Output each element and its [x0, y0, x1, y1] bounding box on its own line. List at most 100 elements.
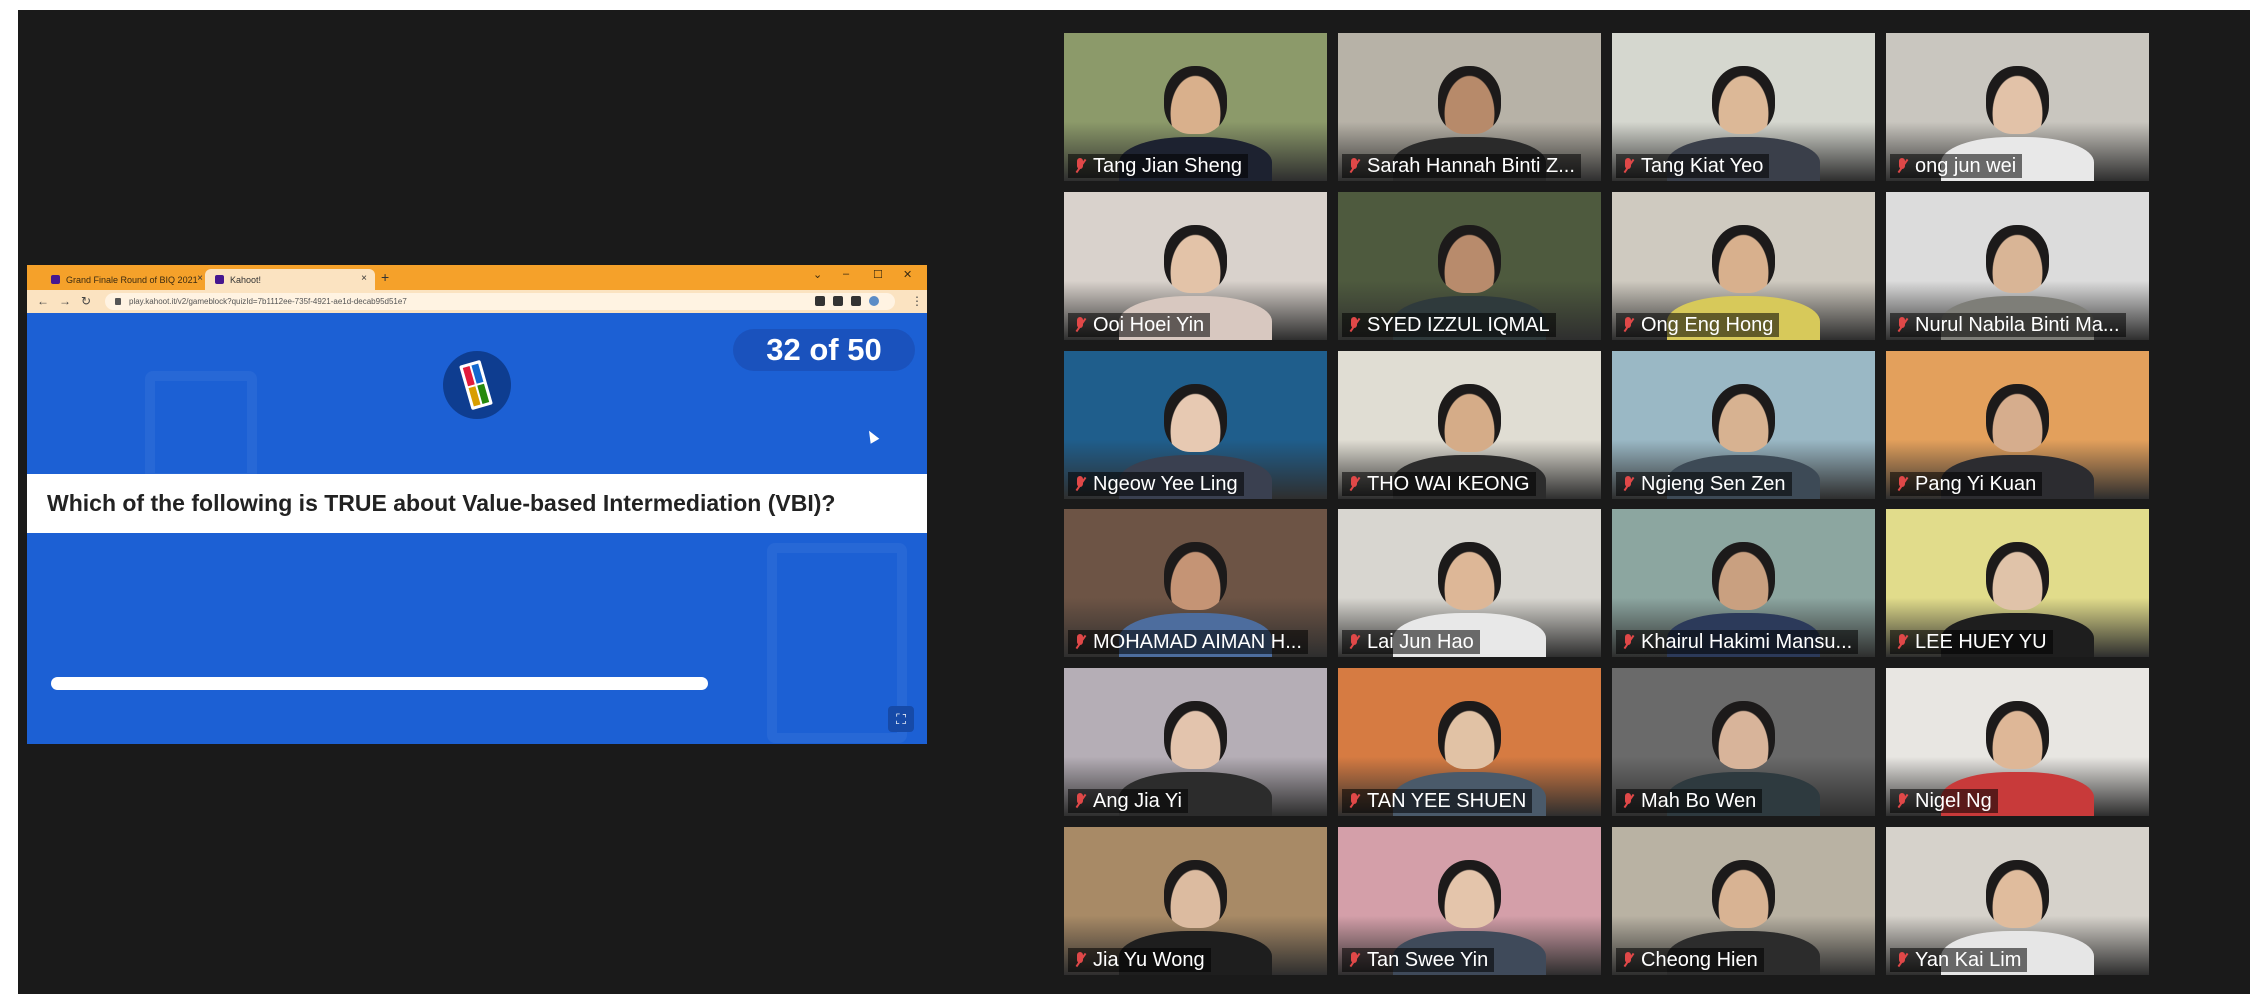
participant-name: ong jun wei	[1915, 154, 2017, 177]
participant-nametag: Pang Yi Kuan	[1890, 472, 2043, 496]
participant-name: Ooi Hoei Yin	[1093, 313, 1205, 336]
participant-name: Sarah Hannah Binti Z...	[1367, 154, 1575, 177]
participant-name: Mah Bo Wen	[1641, 789, 1757, 812]
participant-tile[interactable]: Ong Eng Hong	[1612, 192, 1875, 340]
participant-head	[1711, 65, 1776, 134]
participant-name: Ong Eng Hong	[1641, 313, 1774, 336]
participant-head	[1437, 859, 1502, 928]
participant-nametag: Cheong Hien	[1616, 948, 1764, 972]
participant-nametag: Lai Jun Hao	[1342, 630, 1480, 654]
participant-head	[1985, 700, 2050, 769]
participant-nametag: Ang Jia Yi	[1068, 789, 1188, 813]
participant-head	[1985, 383, 2050, 452]
muted-mic-icon	[1620, 633, 1636, 651]
participant-name: LEE HUEY YU	[1915, 630, 2047, 653]
participant-tile[interactable]: Nigel Ng	[1886, 668, 2149, 816]
close-tab-icon[interactable]: ×	[197, 273, 203, 284]
url-field[interactable]: play.kahoot.it/v2/gameblock?quizId=7b111…	[105, 293, 895, 310]
participant-nametag: Yan Kai Lim	[1890, 948, 2028, 972]
participant-head	[1163, 700, 1228, 769]
tab-label: Kahoot!	[230, 274, 262, 285]
participant-name: Ngieng Sen Zen	[1641, 472, 1786, 495]
muted-mic-icon	[1894, 316, 1910, 334]
participant-tile[interactable]: Ooi Hoei Yin	[1064, 192, 1327, 340]
participant-tile[interactable]: Tang Kiat Yeo	[1612, 33, 1875, 181]
browser-tab-bar: Grand Finale Round of BIQ 2021 × Kahoot!…	[27, 265, 927, 290]
extension-icon[interactable]	[815, 296, 825, 306]
participant-nametag: Nurul Nabila Binti Ma...	[1890, 313, 2126, 337]
browser-address-bar: ← → ↻ play.kahoot.it/v2/gameblock?quizId…	[27, 290, 927, 313]
participant-nametag: SYED IZZUL IQMAL	[1342, 313, 1556, 337]
participant-tile[interactable]: Mah Bo Wen	[1612, 668, 1875, 816]
muted-mic-icon	[1072, 157, 1088, 175]
extension-icon[interactable]	[851, 296, 861, 306]
minimize-icon[interactable]: –	[843, 268, 849, 280]
muted-mic-icon	[1072, 951, 1088, 969]
muted-mic-icon	[1346, 316, 1362, 334]
participant-tile[interactable]: Jia Yu Wong	[1064, 827, 1327, 975]
muted-mic-icon	[1620, 316, 1636, 334]
participant-head	[1437, 224, 1502, 293]
browser-menu-icon[interactable]: ⋮	[911, 294, 923, 308]
participant-tile[interactable]: Cheong Hien	[1612, 827, 1875, 975]
browser-tab-kahoot[interactable]: Kahoot! ×	[205, 269, 375, 290]
muted-mic-icon	[1072, 792, 1088, 810]
participant-tile[interactable]: TAN YEE SHUEN	[1338, 668, 1601, 816]
participant-head	[1437, 65, 1502, 134]
participant-tile[interactable]: Ngeow Yee Ling	[1064, 351, 1327, 499]
maximize-icon[interactable]: ☐	[873, 268, 883, 281]
shared-screen: Grand Finale Round of BIQ 2021 × Kahoot!…	[27, 265, 927, 744]
participant-head	[1163, 224, 1228, 293]
participant-nametag: THO WAI KEONG	[1342, 472, 1536, 496]
browser-tab-biq[interactable]: Grand Finale Round of BIQ 2021 ×	[41, 269, 211, 290]
participant-head	[1985, 859, 2050, 928]
participant-nametag: MOHAMAD AIMAN H...	[1068, 630, 1308, 654]
new-tab-button[interactable]: +	[381, 269, 389, 285]
participant-head	[1163, 383, 1228, 452]
profile-avatar-icon[interactable]	[869, 296, 879, 306]
tab-search-icon[interactable]: ⌄	[813, 268, 822, 281]
participant-tile[interactable]: Pang Yi Kuan	[1886, 351, 2149, 499]
participant-name: Ang Jia Yi	[1093, 789, 1182, 812]
muted-mic-icon	[1894, 157, 1910, 175]
participant-tile[interactable]: SYED IZZUL IQMAL	[1338, 192, 1601, 340]
muted-mic-icon	[1894, 475, 1910, 493]
url-text: play.kahoot.it/v2/gameblock?quizId=7b111…	[129, 297, 407, 306]
participant-nametag: Nigel Ng	[1890, 789, 1998, 813]
participant-name: Nurul Nabila Binti Ma...	[1915, 313, 2120, 336]
muted-mic-icon	[1346, 633, 1362, 651]
question-text: Which of the following is TRUE about Val…	[27, 474, 927, 533]
participant-head	[1711, 859, 1776, 928]
participant-tile[interactable]: ong jun wei	[1886, 33, 2149, 181]
participant-head	[1985, 224, 2050, 293]
participant-tile[interactable]: Nurul Nabila Binti Ma...	[1886, 192, 2149, 340]
fullscreen-button[interactable]: ⛶	[888, 706, 914, 732]
participant-name: Tang Kiat Yeo	[1641, 154, 1764, 177]
participant-tile[interactable]: Khairul Hakimi Mansu...	[1612, 509, 1875, 657]
participant-tile[interactable]: Ngieng Sen Zen	[1612, 351, 1875, 499]
forward-icon[interactable]: →	[59, 294, 71, 308]
close-window-icon[interactable]: ✕	[903, 268, 912, 281]
participant-head	[1437, 541, 1502, 610]
participant-name: TAN YEE SHUEN	[1367, 789, 1527, 812]
participant-tile[interactable]: Sarah Hannah Binti Z...	[1338, 33, 1601, 181]
close-tab-icon[interactable]: ×	[361, 273, 367, 284]
participant-name: Jia Yu Wong	[1093, 948, 1205, 971]
background-shape	[767, 543, 907, 743]
muted-mic-icon	[1346, 792, 1362, 810]
lock-icon	[115, 298, 121, 305]
muted-mic-icon	[1072, 316, 1088, 334]
reload-icon[interactable]: ↻	[81, 294, 91, 308]
participant-tile[interactable]: Lai Jun Hao	[1338, 509, 1601, 657]
participant-tile[interactable]: LEE HUEY YU	[1886, 509, 2149, 657]
participant-tile[interactable]: Tang Jian Sheng	[1064, 33, 1327, 181]
extension-icon[interactable]	[833, 296, 843, 306]
participant-tile[interactable]: Tan Swee Yin	[1338, 827, 1601, 975]
back-icon[interactable]: ←	[37, 294, 49, 308]
muted-mic-icon	[1620, 951, 1636, 969]
participant-tile[interactable]: THO WAI KEONG	[1338, 351, 1601, 499]
participant-tile[interactable]: Yan Kai Lim	[1886, 827, 2149, 975]
left-border	[0, 0, 18, 994]
participant-tile[interactable]: Ang Jia Yi	[1064, 668, 1327, 816]
participant-tile[interactable]: MOHAMAD AIMAN H...	[1064, 509, 1327, 657]
